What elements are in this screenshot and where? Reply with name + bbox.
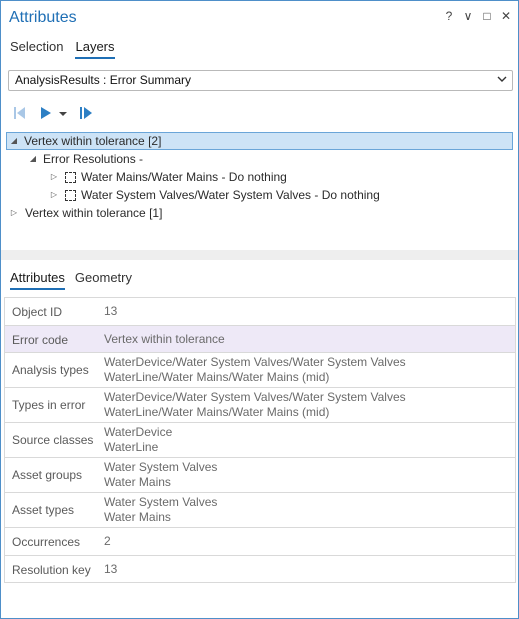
attribute-row-object-id[interactable]: Object ID 13 — [4, 298, 516, 326]
error-tree: ◢ Vertex within tolerance [2] ◢ Error Re… — [6, 132, 518, 222]
expand-icon[interactable]: ▷ — [49, 186, 59, 204]
attribute-value: 13 — [104, 304, 118, 318]
checkbox-icon[interactable] — [65, 190, 76, 201]
tree-node-label: Water System Valves/Water System Valves … — [81, 188, 380, 202]
attribute-row-resolution-key[interactable]: Resolution key 13 — [4, 556, 516, 583]
tree-node-error-resolutions[interactable]: ◢ Error Resolutions - — [6, 150, 518, 168]
attribute-row-occurrences[interactable]: Occurrences 2 — [4, 528, 516, 556]
attribute-name: Analysis types — [12, 363, 89, 377]
attribute-value: 2 — [104, 534, 111, 548]
top-tabs: Selection Layers — [10, 39, 115, 59]
attribute-name: Asset groups — [12, 468, 83, 482]
expand-icon[interactable]: ▷ — [49, 168, 59, 186]
attribute-name: Types in error — [12, 398, 86, 412]
attributes-pane: Attributes ? ∨ □ ✕ Selection Layers Anal… — [0, 0, 519, 619]
chevron-down-icon — [497, 73, 507, 87]
maximize-icon[interactable]: □ — [481, 9, 493, 23]
tree-node-label: Vertex within tolerance [2] — [24, 134, 162, 148]
previous-icon[interactable] — [13, 106, 27, 123]
close-icon[interactable]: ✕ — [500, 9, 512, 23]
attribute-name: Occurrences — [12, 535, 81, 549]
attribute-name: Object ID — [12, 305, 63, 319]
options-menu-icon[interactable]: ∨ — [462, 9, 474, 23]
collapse-icon[interactable]: ◢ — [28, 150, 38, 168]
layer-dropdown[interactable]: AnalysisResults : Error Summary — [8, 70, 513, 91]
tree-node-vertex-2[interactable]: ◢ Vertex within tolerance [2] — [6, 132, 513, 150]
tree-node-label: Error Resolutions - — [43, 152, 144, 166]
attribute-name: Source classes — [12, 433, 94, 447]
tab-attributes[interactable]: Attributes — [10, 270, 65, 290]
play-dropdown-icon[interactable] — [59, 107, 67, 121]
tab-selection[interactable]: Selection — [10, 39, 63, 59]
layer-dropdown-value: AnalysisResults : Error Summary — [15, 73, 192, 87]
tab-layers[interactable]: Layers — [75, 39, 115, 59]
help-icon[interactable]: ? — [443, 9, 455, 23]
tree-node-vertex-1[interactable]: ▷ Vertex within tolerance [1] — [6, 204, 518, 222]
attribute-value: 13 — [104, 562, 118, 576]
attribute-row-source-classes[interactable]: Source classes WaterDevice WaterLine — [4, 423, 516, 458]
attribute-name: Error code — [12, 333, 69, 347]
tree-node-label: Vertex within tolerance [1] — [25, 206, 163, 220]
checkbox-icon[interactable] — [65, 172, 76, 183]
attribute-row-asset-groups[interactable]: Asset groups Water System Valves Water M… — [4, 458, 516, 493]
last-icon[interactable] — [79, 106, 93, 123]
attribute-value: Water System Valves Water Mains — [104, 460, 218, 489]
window-controls: ? ∨ □ ✕ — [443, 9, 512, 23]
navigation-toolbar — [13, 105, 93, 123]
pane-title: Attributes — [9, 9, 77, 26]
play-icon[interactable] — [39, 106, 53, 123]
attribute-value: WaterDevice/Water System Valves/Water Sy… — [104, 390, 406, 419]
attribute-value: Vertex within tolerance — [104, 332, 225, 346]
tree-node-resolution-water-mains[interactable]: ▷ Water Mains/Water Mains - Do nothing — [6, 168, 518, 186]
expand-icon[interactable]: ▷ — [9, 204, 19, 222]
attribute-row-asset-types[interactable]: Asset types Water System Valves Water Ma… — [4, 493, 516, 528]
attribute-value: Water System Valves Water Mains — [104, 495, 218, 524]
attribute-name: Asset types — [12, 503, 75, 517]
bottom-tabs: Attributes Geometry — [10, 270, 132, 290]
tree-node-resolution-valves[interactable]: ▷ Water System Valves/Water System Valve… — [6, 186, 518, 204]
collapse-icon[interactable]: ◢ — [9, 133, 19, 149]
splitter[interactable] — [1, 250, 518, 260]
attribute-row-types-in-error[interactable]: Types in error WaterDevice/Water System … — [4, 388, 516, 423]
tree-node-label: Water Mains/Water Mains - Do nothing — [81, 170, 287, 184]
attribute-value: WaterDevice WaterLine — [104, 425, 173, 454]
attribute-value: WaterDevice/Water System Valves/Water Sy… — [104, 355, 406, 384]
attribute-row-analysis-types[interactable]: Analysis types WaterDevice/Water System … — [4, 353, 516, 388]
tab-geometry[interactable]: Geometry — [75, 270, 132, 290]
attribute-grid: Object ID 13 Error code Vertex within to… — [4, 297, 516, 583]
attribute-row-error-code[interactable]: Error code Vertex within tolerance — [4, 326, 516, 353]
attribute-name: Resolution key — [12, 563, 91, 577]
